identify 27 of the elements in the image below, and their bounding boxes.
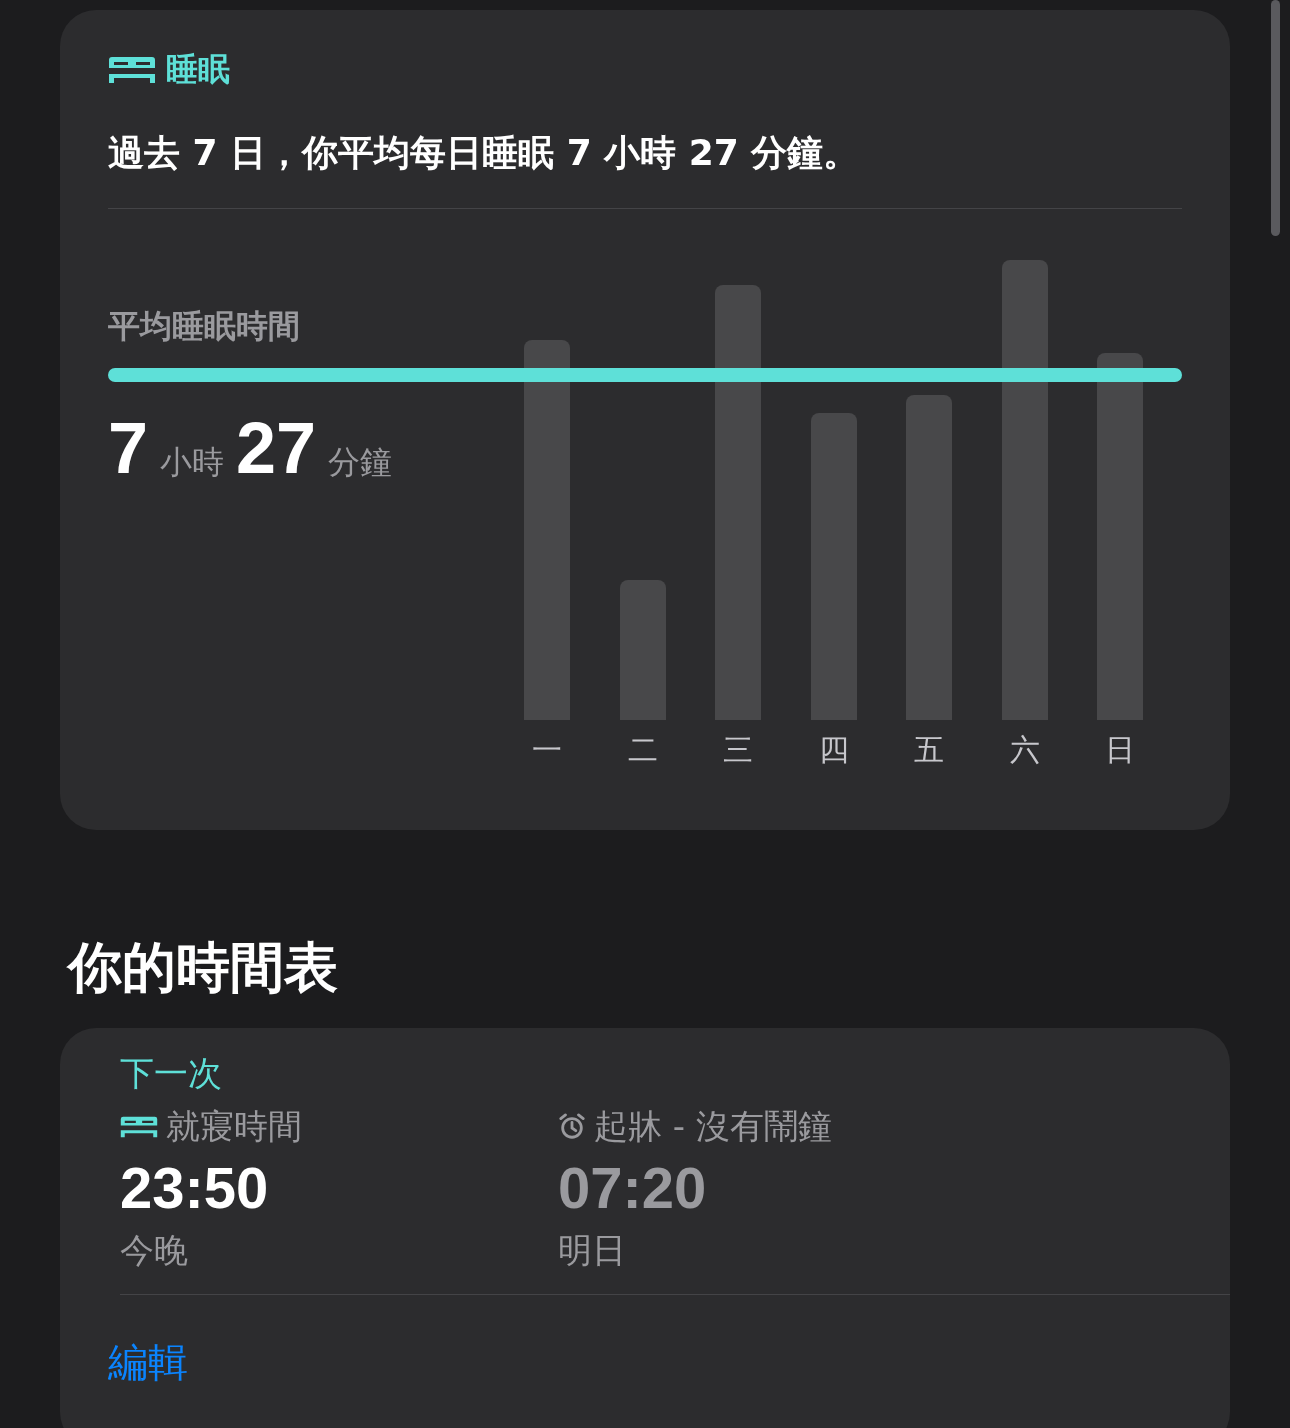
day-label: 三 [722,731,754,769]
card-title: 睡眠 [166,49,230,90]
summary-text: 過去 7 日，你平均每日睡眠 7 小時 27 分鐘。 [108,131,861,175]
day-text: 明日 [558,1229,627,1272]
bed-icon [108,55,156,85]
bed-icon [120,1115,158,1139]
scrollbar[interactable] [1271,0,1280,236]
time-value: 23:50 [120,1154,270,1222]
day-label: 二 [626,731,659,769]
schedule-label: 就寢時間 [166,1105,302,1148]
day-label: 日 [1104,731,1136,769]
day-label: 一 [531,731,563,769]
day-label: 五 [913,731,945,769]
minutes-value: 27 [236,407,317,489]
day-text: 今晚 [120,1229,189,1272]
section-heading: 你的時間表 [68,935,339,1001]
next-label: 下一次 [120,1052,223,1095]
hours-value: 7 [108,407,149,489]
day-label: 四 [817,731,850,769]
edit-link[interactable]: 編輯 [108,1335,188,1390]
minutes-unit: 分鐘 [328,442,393,483]
hours-unit: 小時 [160,442,225,483]
time-value: 07:20 [558,1154,708,1222]
day-label: 六 [1008,731,1041,769]
average-label: 平均睡眠時間 [108,306,301,347]
alarm-clock-icon [558,1113,586,1141]
schedule-label: 起牀 - 沒有鬧鐘 [594,1105,832,1148]
